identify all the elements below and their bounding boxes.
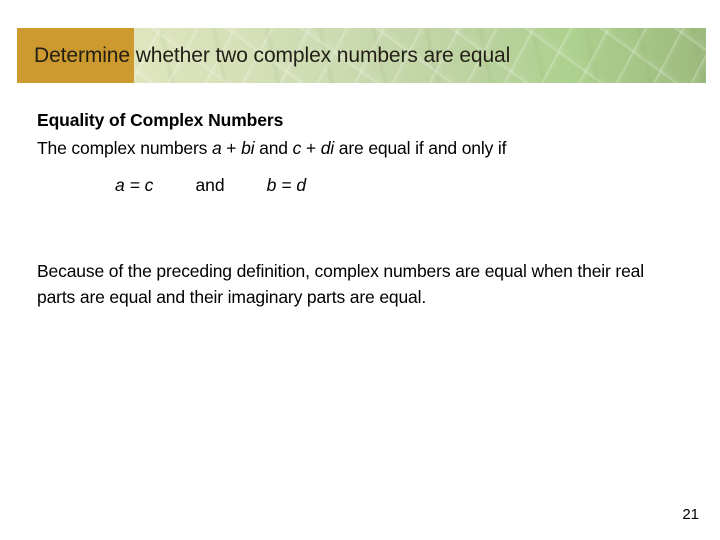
definition-block: Equality of Complex Numbers The complex …	[37, 108, 677, 197]
variable-bi: bi	[241, 138, 255, 158]
plus-operator-2: +	[301, 138, 321, 158]
equation-right: b = d	[266, 175, 307, 195]
explanation-paragraph: Because of the preceding definition, com…	[37, 261, 645, 307]
variable-a: a	[212, 138, 222, 158]
variable-di: di	[320, 138, 335, 158]
page-number: 21	[682, 506, 699, 523]
definition-statement: The complex numbers a + bi and c + di ar…	[37, 136, 657, 161]
equation-left: a = c	[115, 175, 154, 195]
page-title: Determine whether two complex numbers ar…	[34, 44, 511, 67]
definition-heading: Equality of Complex Numbers	[37, 110, 284, 130]
variable-c: c	[292, 138, 302, 158]
statement-suffix: are equal if and only if	[334, 138, 507, 158]
equation-conjunction: and	[195, 175, 225, 195]
plus-operator-1: +	[221, 138, 242, 158]
slide-canvas: Determine whether two complex numbers ar…	[0, 0, 720, 540]
equation-row: a = c and b = d	[37, 173, 677, 197]
statement-conjunction: and	[254, 138, 293, 158]
title-banner: Determine whether two complex numbers ar…	[17, 28, 706, 83]
statement-prefix: The complex numbers	[37, 138, 212, 158]
